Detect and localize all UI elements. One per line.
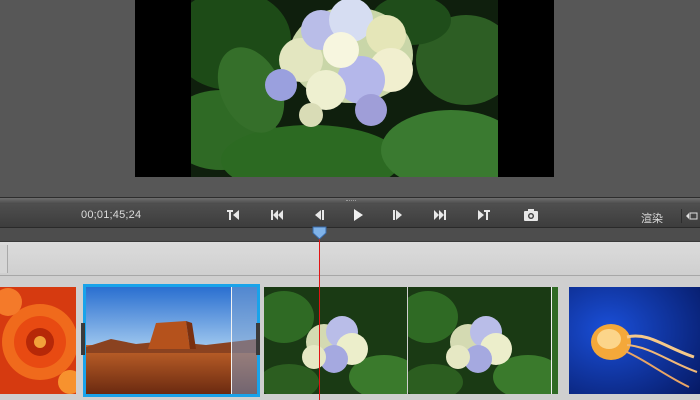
- track-header-tab[interactable]: [0, 245, 8, 273]
- preview-panel: [0, 0, 700, 197]
- hydrangea-thumbnail: [264, 287, 407, 394]
- skip-back-icon: [271, 210, 283, 220]
- clip-hydrangea-2[interactable]: [408, 287, 558, 394]
- clip-trim-handle-left[interactable]: [81, 323, 85, 355]
- clip-red-flower[interactable]: [0, 287, 76, 394]
- splitter-grip[interactable]: [346, 200, 356, 203]
- red-chrysanthemum-thumbnail: [0, 287, 76, 394]
- transport-bar: 00;01;45;24 渲染: [0, 204, 700, 228]
- step-back-icon: [315, 210, 324, 220]
- monitor-toggle-button[interactable]: [681, 209, 700, 223]
- mark-in-icon: [227, 210, 239, 220]
- panel-splitter[interactable]: [0, 197, 700, 204]
- clip-desert-butte[interactable]: [83, 284, 260, 397]
- clip-hydrangea-1[interactable]: [264, 287, 407, 394]
- hydrangea-thumbnail: [408, 287, 558, 394]
- clip-trim-handle-right[interactable]: [256, 323, 260, 355]
- clip-jellyfish[interactable]: [569, 287, 700, 394]
- go-to-next-edit-button[interactable]: [473, 207, 495, 225]
- track-header: [0, 242, 700, 276]
- step-back-button[interactable]: [309, 207, 331, 225]
- play-icon: [354, 209, 363, 221]
- jellyfish-thumbnail: [569, 287, 700, 394]
- step-forward-icon: [393, 210, 402, 220]
- playhead-handle[interactable]: [312, 226, 327, 240]
- go-to-start-button[interactable]: [266, 207, 288, 225]
- snapshot-button[interactable]: [520, 207, 542, 225]
- desert-mesa-thumbnail: [86, 287, 257, 394]
- time-ruler[interactable]: [0, 228, 700, 242]
- play-button[interactable]: [347, 207, 369, 225]
- preview-monitor[interactable]: [135, 0, 554, 177]
- go-to-previous-edit-button[interactable]: [222, 207, 244, 225]
- playhead-line[interactable]: [319, 235, 320, 400]
- camera-icon: [524, 209, 538, 221]
- timecode-display[interactable]: 00;01;45;24: [81, 209, 141, 221]
- render-button[interactable]: 渲染: [641, 210, 663, 226]
- step-forward-button[interactable]: [386, 207, 408, 225]
- expand-icon: [686, 212, 698, 220]
- storyboard-track: [0, 276, 700, 400]
- skip-forward-icon: [434, 210, 446, 220]
- mark-out-icon: [478, 210, 490, 220]
- hydrangea-frame: [191, 0, 498, 177]
- go-to-end-button[interactable]: [429, 207, 451, 225]
